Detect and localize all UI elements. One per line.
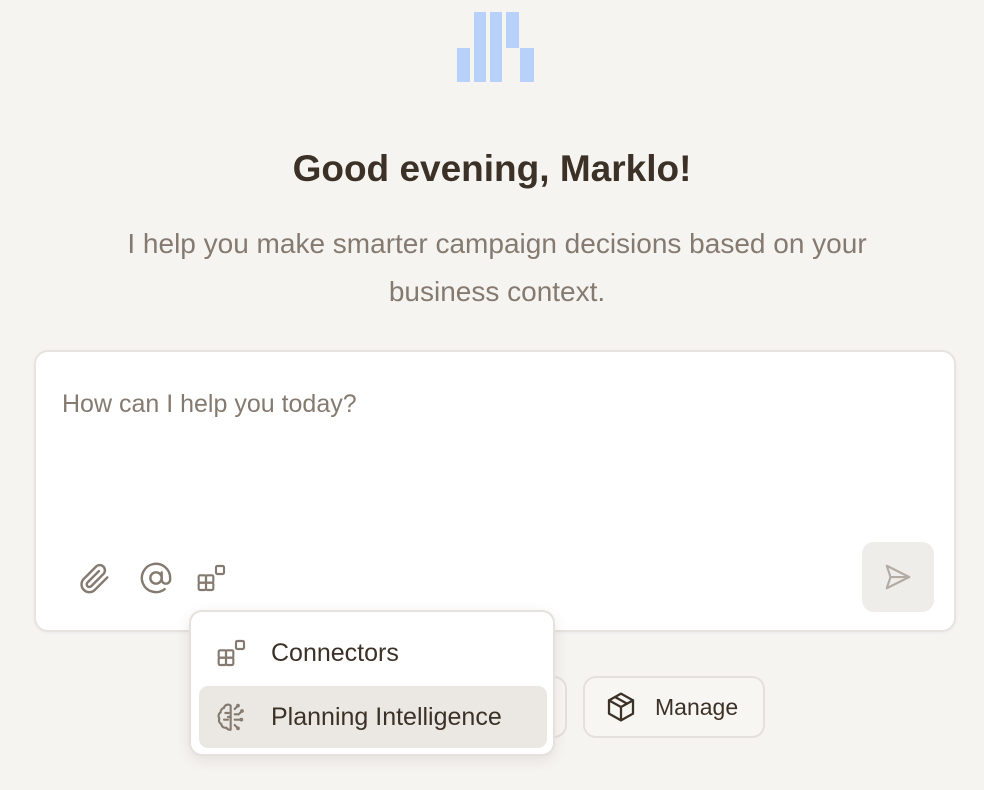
at-sign-icon — [140, 562, 172, 594]
manage-button[interactable]: Manage — [583, 676, 765, 738]
box-icon — [607, 692, 635, 722]
menu-item-planning-intelligence[interactable]: Planning Intelligence — [199, 686, 547, 748]
connectors-button[interactable] — [192, 558, 232, 598]
brain-icon — [215, 700, 249, 734]
tools-dropdown-menu: Connectors Planning Intelligence — [189, 610, 555, 756]
mention-button[interactable] — [136, 558, 176, 598]
menu-item-connectors[interactable]: Connectors — [199, 622, 547, 684]
connectors-icon — [215, 636, 249, 670]
send-icon — [885, 564, 911, 590]
greeting-title: Good evening, Marklo! — [292, 148, 692, 189]
paperclip-icon — [80, 563, 109, 594]
hero-subtitle: I help you make smarter campaign decisio… — [127, 228, 867, 307]
chat-input[interactable] — [62, 390, 922, 419]
menu-item-label: Connectors — [271, 638, 399, 667]
send-button[interactable] — [862, 542, 934, 612]
app-logo — [457, 12, 534, 82]
attach-button[interactable] — [74, 558, 114, 598]
chat-composer — [34, 350, 956, 632]
connectors-icon — [197, 564, 226, 592]
menu-item-label: Planning Intelligence — [271, 702, 502, 731]
manage-label: Manage — [655, 693, 739, 720]
